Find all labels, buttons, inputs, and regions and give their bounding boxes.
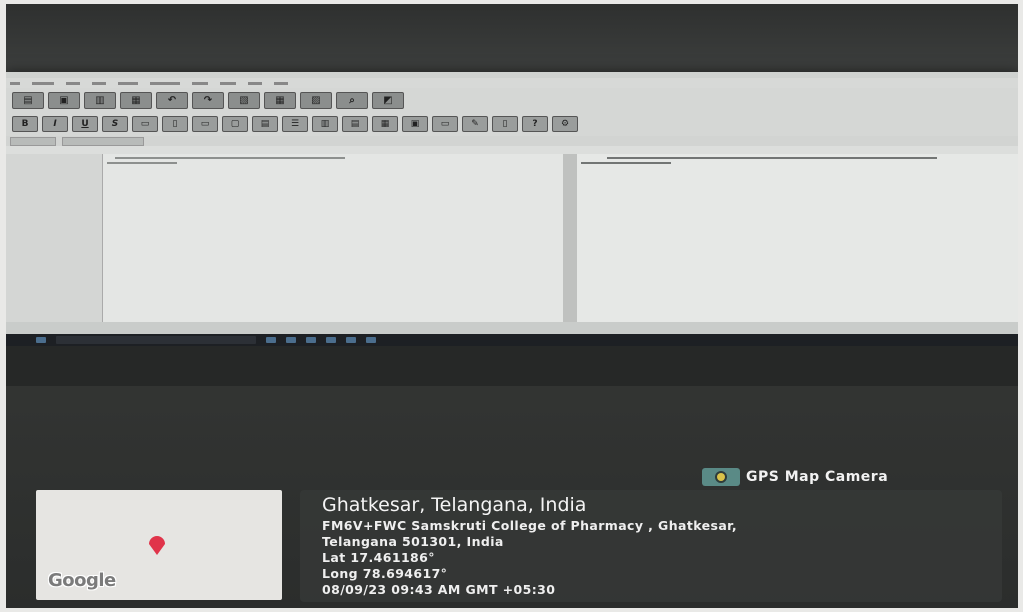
image-icon[interactable]: ▧	[228, 91, 260, 109]
book-icon[interactable]: ▯	[492, 116, 518, 132]
monitor-bezel	[6, 346, 1018, 386]
map-pin-icon	[149, 536, 165, 555]
strikethrough-button[interactable]: S	[102, 116, 128, 132]
datetime-text: 08/09/23 09:43 AM GMT +05:30	[322, 582, 556, 597]
braille-pane[interactable]	[577, 154, 1018, 322]
undo-icon[interactable]: ↶	[156, 91, 188, 109]
columns-icon[interactable]: ▥	[312, 116, 338, 132]
app-icon[interactable]	[286, 337, 296, 343]
editor-area	[6, 154, 1018, 322]
app-icon[interactable]	[326, 337, 336, 343]
monitor-screen: ▤ ▣ ▥ ▦ ↶ ↷ ▧ ▦ ▨ ⌕ ◩ B I U S ▭ ▯ ▭ ▢ ▤ …	[6, 72, 1018, 334]
taskbar-search[interactable]	[56, 336, 256, 344]
gps-app-name: GPS Map Camera	[746, 469, 889, 485]
app-icon[interactable]	[346, 337, 356, 343]
list-icon[interactable]: ☰	[282, 116, 308, 132]
graphic-icon[interactable]: ◩	[372, 91, 404, 109]
menu-bar	[6, 78, 1018, 88]
app-icon[interactable]	[266, 337, 276, 343]
toolbar-row-2: B I U S ▭ ▯ ▭ ▢ ▤ ☰ ▥ ▤ ▦ ▣ ▭ ✎ ▯ ? ⚙	[6, 112, 1018, 136]
redo-icon[interactable]: ↷	[192, 91, 224, 109]
range-icon[interactable]: ▭	[432, 116, 458, 132]
bold-button[interactable]: B	[12, 116, 38, 132]
print-icon[interactable]: ▥	[84, 91, 116, 109]
app-icon[interactable]	[306, 337, 316, 343]
tools-icon[interactable]: ⚙	[552, 116, 578, 132]
text-pane[interactable]	[103, 154, 563, 322]
table-icon[interactable]: ▦	[264, 91, 296, 109]
document-tabs	[6, 136, 1018, 146]
camera-app-icon	[702, 468, 740, 486]
layout-icon[interactable]: ▤	[252, 116, 278, 132]
document-tab[interactable]	[62, 136, 144, 146]
address-line-2: Telangana 501301, India	[322, 534, 504, 549]
italic-button[interactable]: I	[42, 116, 68, 132]
edit-icon[interactable]: ✎	[462, 116, 488, 132]
side-panel	[6, 154, 103, 322]
pane-divider[interactable]	[563, 154, 577, 322]
save-icon[interactable]: ▣	[48, 91, 80, 109]
page-icon[interactable]: ▤	[342, 116, 368, 132]
help-icon[interactable]: ?	[522, 116, 548, 132]
toolbar-row-1: ▤ ▣ ▥ ▦ ↶ ↷ ▧ ▦ ▨ ⌕ ◩	[6, 88, 1018, 112]
longitude-text: Long 78.694617°	[322, 566, 448, 581]
address-line-1: FM6V+FWC Samskruti College of Pharmacy ,…	[322, 518, 738, 533]
format-icon[interactable]: ▭	[132, 116, 158, 132]
status-bar	[6, 322, 1018, 334]
style-icon[interactable]: ▯	[162, 116, 188, 132]
underline-button[interactable]: U	[72, 116, 98, 132]
emboss-icon[interactable]: ▦	[120, 91, 152, 109]
font-icon[interactable]: ▭	[192, 116, 218, 132]
grid-icon[interactable]: ▦	[372, 116, 398, 132]
latitude-text: Lat 17.461186°	[322, 550, 435, 565]
document-tab[interactable]	[10, 136, 56, 146]
picture-icon[interactable]: ▨	[300, 91, 332, 109]
app-icon[interactable]	[366, 337, 376, 343]
frame-icon[interactable]: ▢	[222, 116, 248, 132]
location-title: Ghatkesar, Telangana, India	[322, 494, 587, 516]
box-icon[interactable]: ▣	[402, 116, 428, 132]
gps-header: GPS Map Camera	[702, 466, 888, 488]
start-icon[interactable]	[36, 337, 46, 343]
find-icon[interactable]: ⌕	[336, 91, 368, 109]
windows-taskbar	[6, 334, 1018, 346]
map-brand-logo: Google	[48, 570, 116, 591]
open-icon[interactable]: ▤	[12, 91, 44, 109]
